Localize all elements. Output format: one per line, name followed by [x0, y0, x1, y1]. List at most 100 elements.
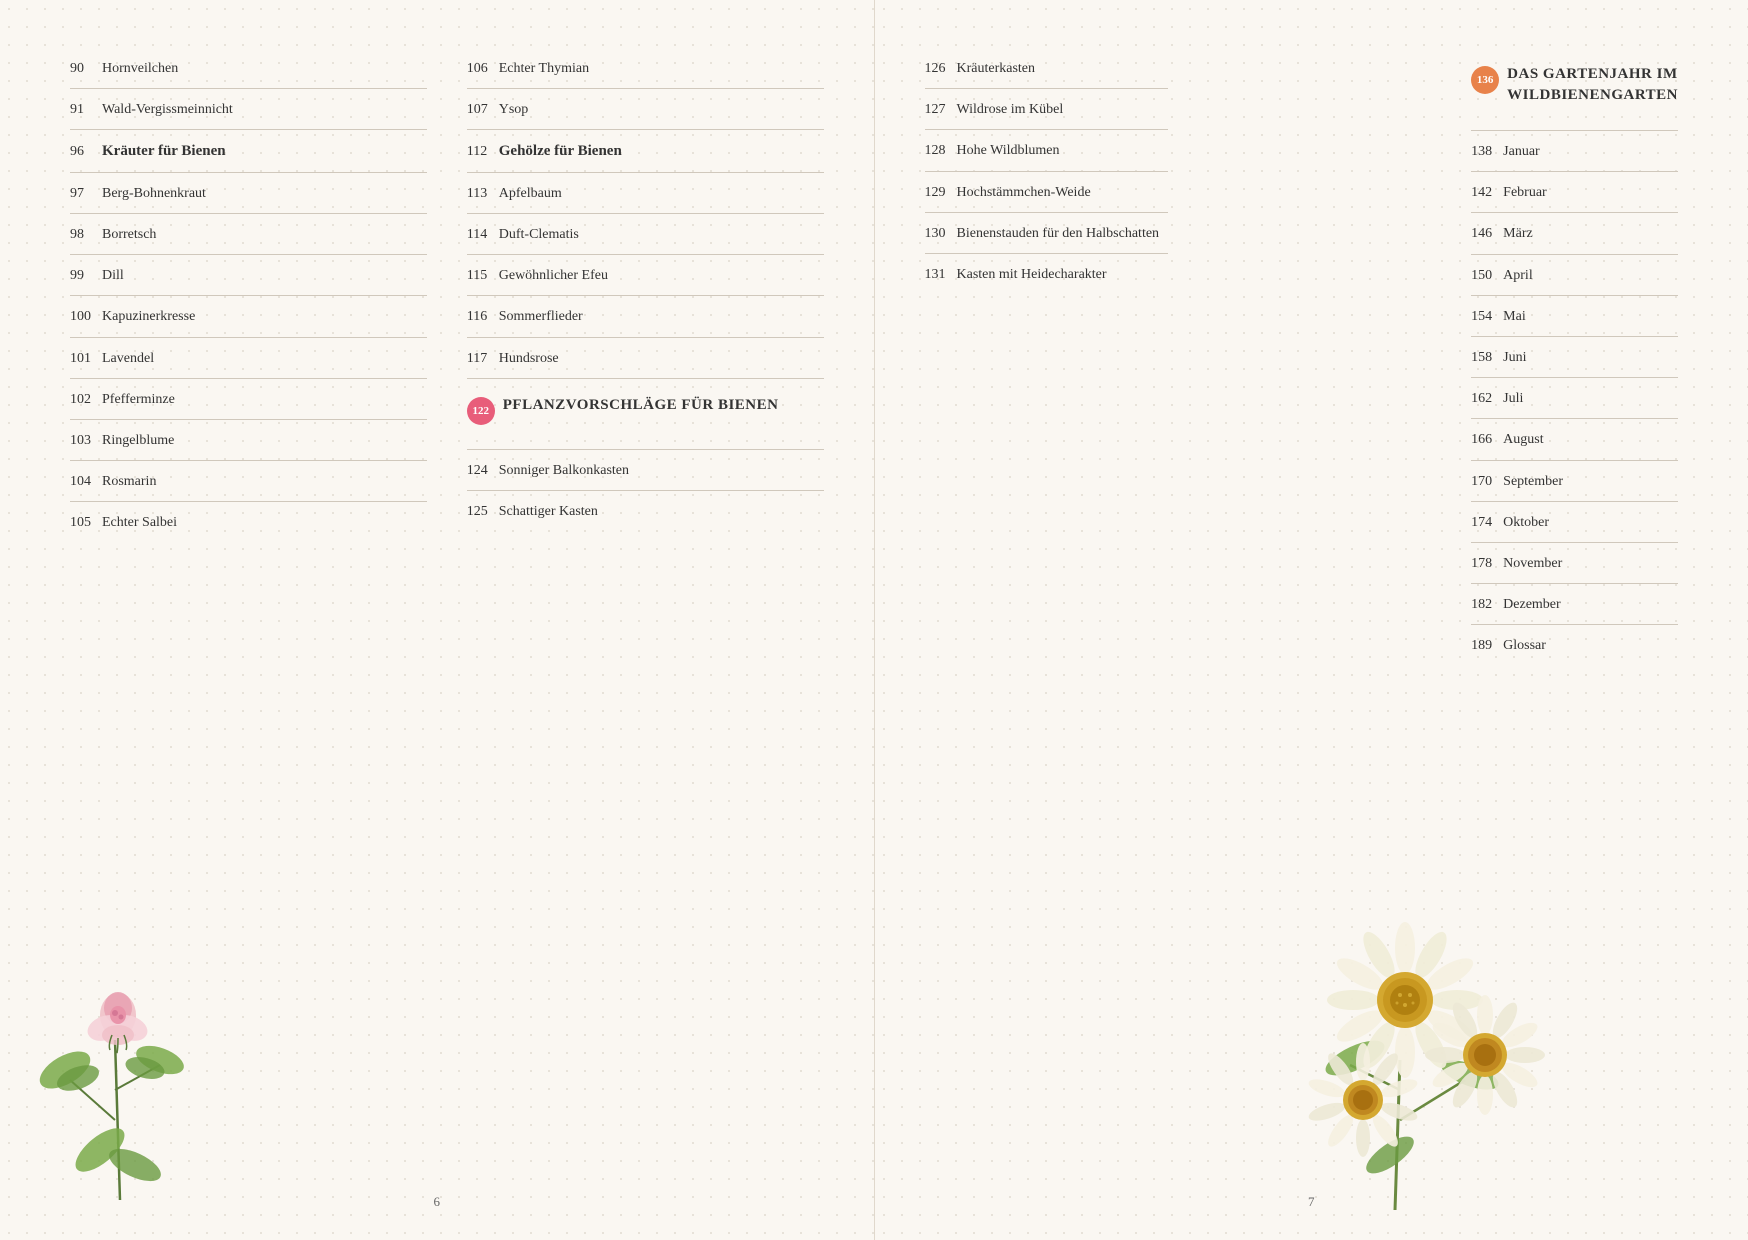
- toc-label: Echter Salbei: [102, 514, 177, 532]
- toc-number: 103: [70, 433, 102, 449]
- toc-number: 189: [1471, 638, 1503, 654]
- page-number-left: 6: [434, 1194, 441, 1210]
- toc-label: Oktober: [1503, 514, 1549, 532]
- toc-label: Bienenstauden für den Halbschatten: [957, 225, 1160, 243]
- toc-number: 182: [1471, 597, 1503, 613]
- toc-number: 102: [70, 392, 102, 408]
- toc-label: Pfefferminze: [102, 391, 175, 409]
- toc-entry: 122PFLANZVORSCHLÄGE FÜR BIENEN: [467, 391, 824, 450]
- toc-number: 101: [70, 351, 102, 367]
- section-heading-text: PFLANZVORSCHLÄGE FÜR BIENEN: [503, 395, 779, 416]
- toc-number: 115: [467, 268, 499, 284]
- toc-number: 112: [467, 144, 499, 160]
- toc-label: Duft-Clematis: [499, 226, 579, 244]
- toc-label: Gehölze für Bienen: [499, 142, 622, 162]
- toc-label: Februar: [1503, 184, 1547, 202]
- toc-label: Wald-Vergissmeinnicht: [102, 101, 233, 119]
- toc-number: 99: [70, 268, 102, 284]
- toc-entry: 100Kapuzinerkresse: [70, 308, 427, 337]
- toc-number: 142: [1471, 185, 1503, 201]
- toc-number: 125: [467, 504, 499, 520]
- toc-number: 105: [70, 515, 102, 531]
- toc-label: Rosmarin: [102, 473, 156, 491]
- toc-entry: 154Mai: [1471, 308, 1678, 337]
- toc-label: Dezember: [1503, 596, 1561, 614]
- toc-entry: 115Gewöhnlicher Efeu: [467, 267, 824, 296]
- toc-entry: 131Kasten mit Heidecharakter: [925, 266, 1168, 294]
- toc-number: 158: [1471, 350, 1503, 366]
- left-page: 90Hornveilchen 91Wald-Vergissmeinnicht 96K…: [0, 0, 875, 1240]
- toc-label: Kräuterkasten: [957, 60, 1036, 78]
- toc-label: September: [1503, 473, 1563, 491]
- toc-entry: 162Juli: [1471, 390, 1678, 419]
- toc-label: August: [1503, 431, 1543, 449]
- toc-label: Hochstämmchen-Weide: [957, 184, 1091, 202]
- toc-label: Borretsch: [102, 226, 156, 244]
- right-column-middle: [1198, 60, 1441, 677]
- left-column-2: 106Echter Thymian107Ysop112Gehölze für B…: [467, 60, 824, 555]
- toc-entry: 174Oktober: [1471, 514, 1678, 543]
- toc-number: 90: [70, 61, 102, 77]
- toc-entry: 189Glossar: [1471, 637, 1678, 665]
- toc-entry: 127Wildrose im Kübel: [925, 101, 1168, 130]
- toc-entry: 142Februar: [1471, 184, 1678, 213]
- toc-number: 170: [1471, 474, 1503, 490]
- toc-entry: 129Hochstämmchen-Weide: [925, 184, 1168, 213]
- toc-number: 131: [925, 267, 957, 283]
- toc-label: Schattiger Kasten: [499, 503, 598, 521]
- toc-label: Kapuzinerkresse: [102, 308, 195, 326]
- toc-label: Kräuter für Bienen: [102, 142, 226, 162]
- toc-number: 138: [1471, 144, 1503, 160]
- toc-number: 113: [467, 186, 499, 202]
- toc-entry: 126Kräuterkasten: [925, 60, 1168, 89]
- toc-label: Ringelblume: [102, 432, 174, 450]
- toc-label: Wildrose im Kübel: [957, 101, 1064, 119]
- toc-number: 100: [70, 309, 102, 325]
- toc-label: November: [1503, 555, 1562, 573]
- toc-number: 97: [70, 186, 102, 202]
- toc-number: 106: [467, 61, 499, 77]
- daisy-illustration: [1295, 860, 1575, 1210]
- toc-entry: 146März: [1471, 225, 1678, 254]
- toc-number: 107: [467, 102, 499, 118]
- toc-entry: 117Hundsrose: [467, 350, 824, 379]
- toc-label: Apfelbaum: [499, 185, 562, 203]
- toc-entry: 105Echter Salbei: [70, 514, 427, 542]
- toc-entry: 136DAS GARTENJAHR IM WILDBIENENGARTEN: [1471, 60, 1678, 131]
- toc-entry: 101Lavendel: [70, 350, 427, 379]
- toc-entry: 104Rosmarin: [70, 473, 427, 502]
- toc-label: Glossar: [1503, 637, 1546, 655]
- toc-label: Sonniger Balkonkasten: [499, 462, 629, 480]
- toc-entry: 113Apfelbaum: [467, 185, 824, 214]
- toc-entry: 103Ringelblume: [70, 432, 427, 461]
- toc-entry: 99Dill: [70, 267, 427, 296]
- toc-entry: 96Kräuter für Bienen: [70, 142, 427, 173]
- toc-label: Gewöhnlicher Efeu: [499, 267, 608, 285]
- toc-entry: 128Hohe Wildblumen: [925, 142, 1168, 171]
- section-heading: 136DAS GARTENJAHR IM WILDBIENENGARTEN: [1471, 64, 1678, 106]
- toc-entry: 182Dezember: [1471, 596, 1678, 625]
- right-column-1: 126Kräuterkasten127Wildrose im Kübel128H…: [925, 60, 1168, 677]
- toc-number: 166: [1471, 432, 1503, 448]
- toc-number: 124: [467, 463, 499, 479]
- toc-number: 129: [925, 185, 957, 201]
- toc-number: 128: [925, 143, 957, 159]
- toc-label: Mai: [1503, 308, 1526, 326]
- toc-entry: 112Gehölze für Bienen: [467, 142, 824, 173]
- rose-illustration: [30, 920, 230, 1200]
- toc-number: 114: [467, 227, 499, 243]
- toc-entry: 166August: [1471, 431, 1678, 460]
- toc-label: Ysop: [499, 101, 529, 119]
- toc-label: Juli: [1503, 390, 1523, 408]
- toc-entry: 124Sonniger Balkonkasten: [467, 462, 824, 491]
- toc-number: 98: [70, 227, 102, 243]
- right-page: 126Kräuterkasten127Wildrose im Kübel128H…: [875, 0, 1748, 1240]
- toc-number: 127: [925, 102, 957, 118]
- toc-entry: 150April: [1471, 267, 1678, 296]
- toc-number: 162: [1471, 391, 1503, 407]
- toc-entry: 90Hornveilchen: [70, 60, 427, 89]
- toc-number: 146: [1471, 226, 1503, 242]
- toc-entry: 91Wald-Vergissmeinnicht: [70, 101, 427, 130]
- toc-entry: 138Januar: [1471, 143, 1678, 172]
- toc-label: Hohe Wildblumen: [957, 142, 1060, 160]
